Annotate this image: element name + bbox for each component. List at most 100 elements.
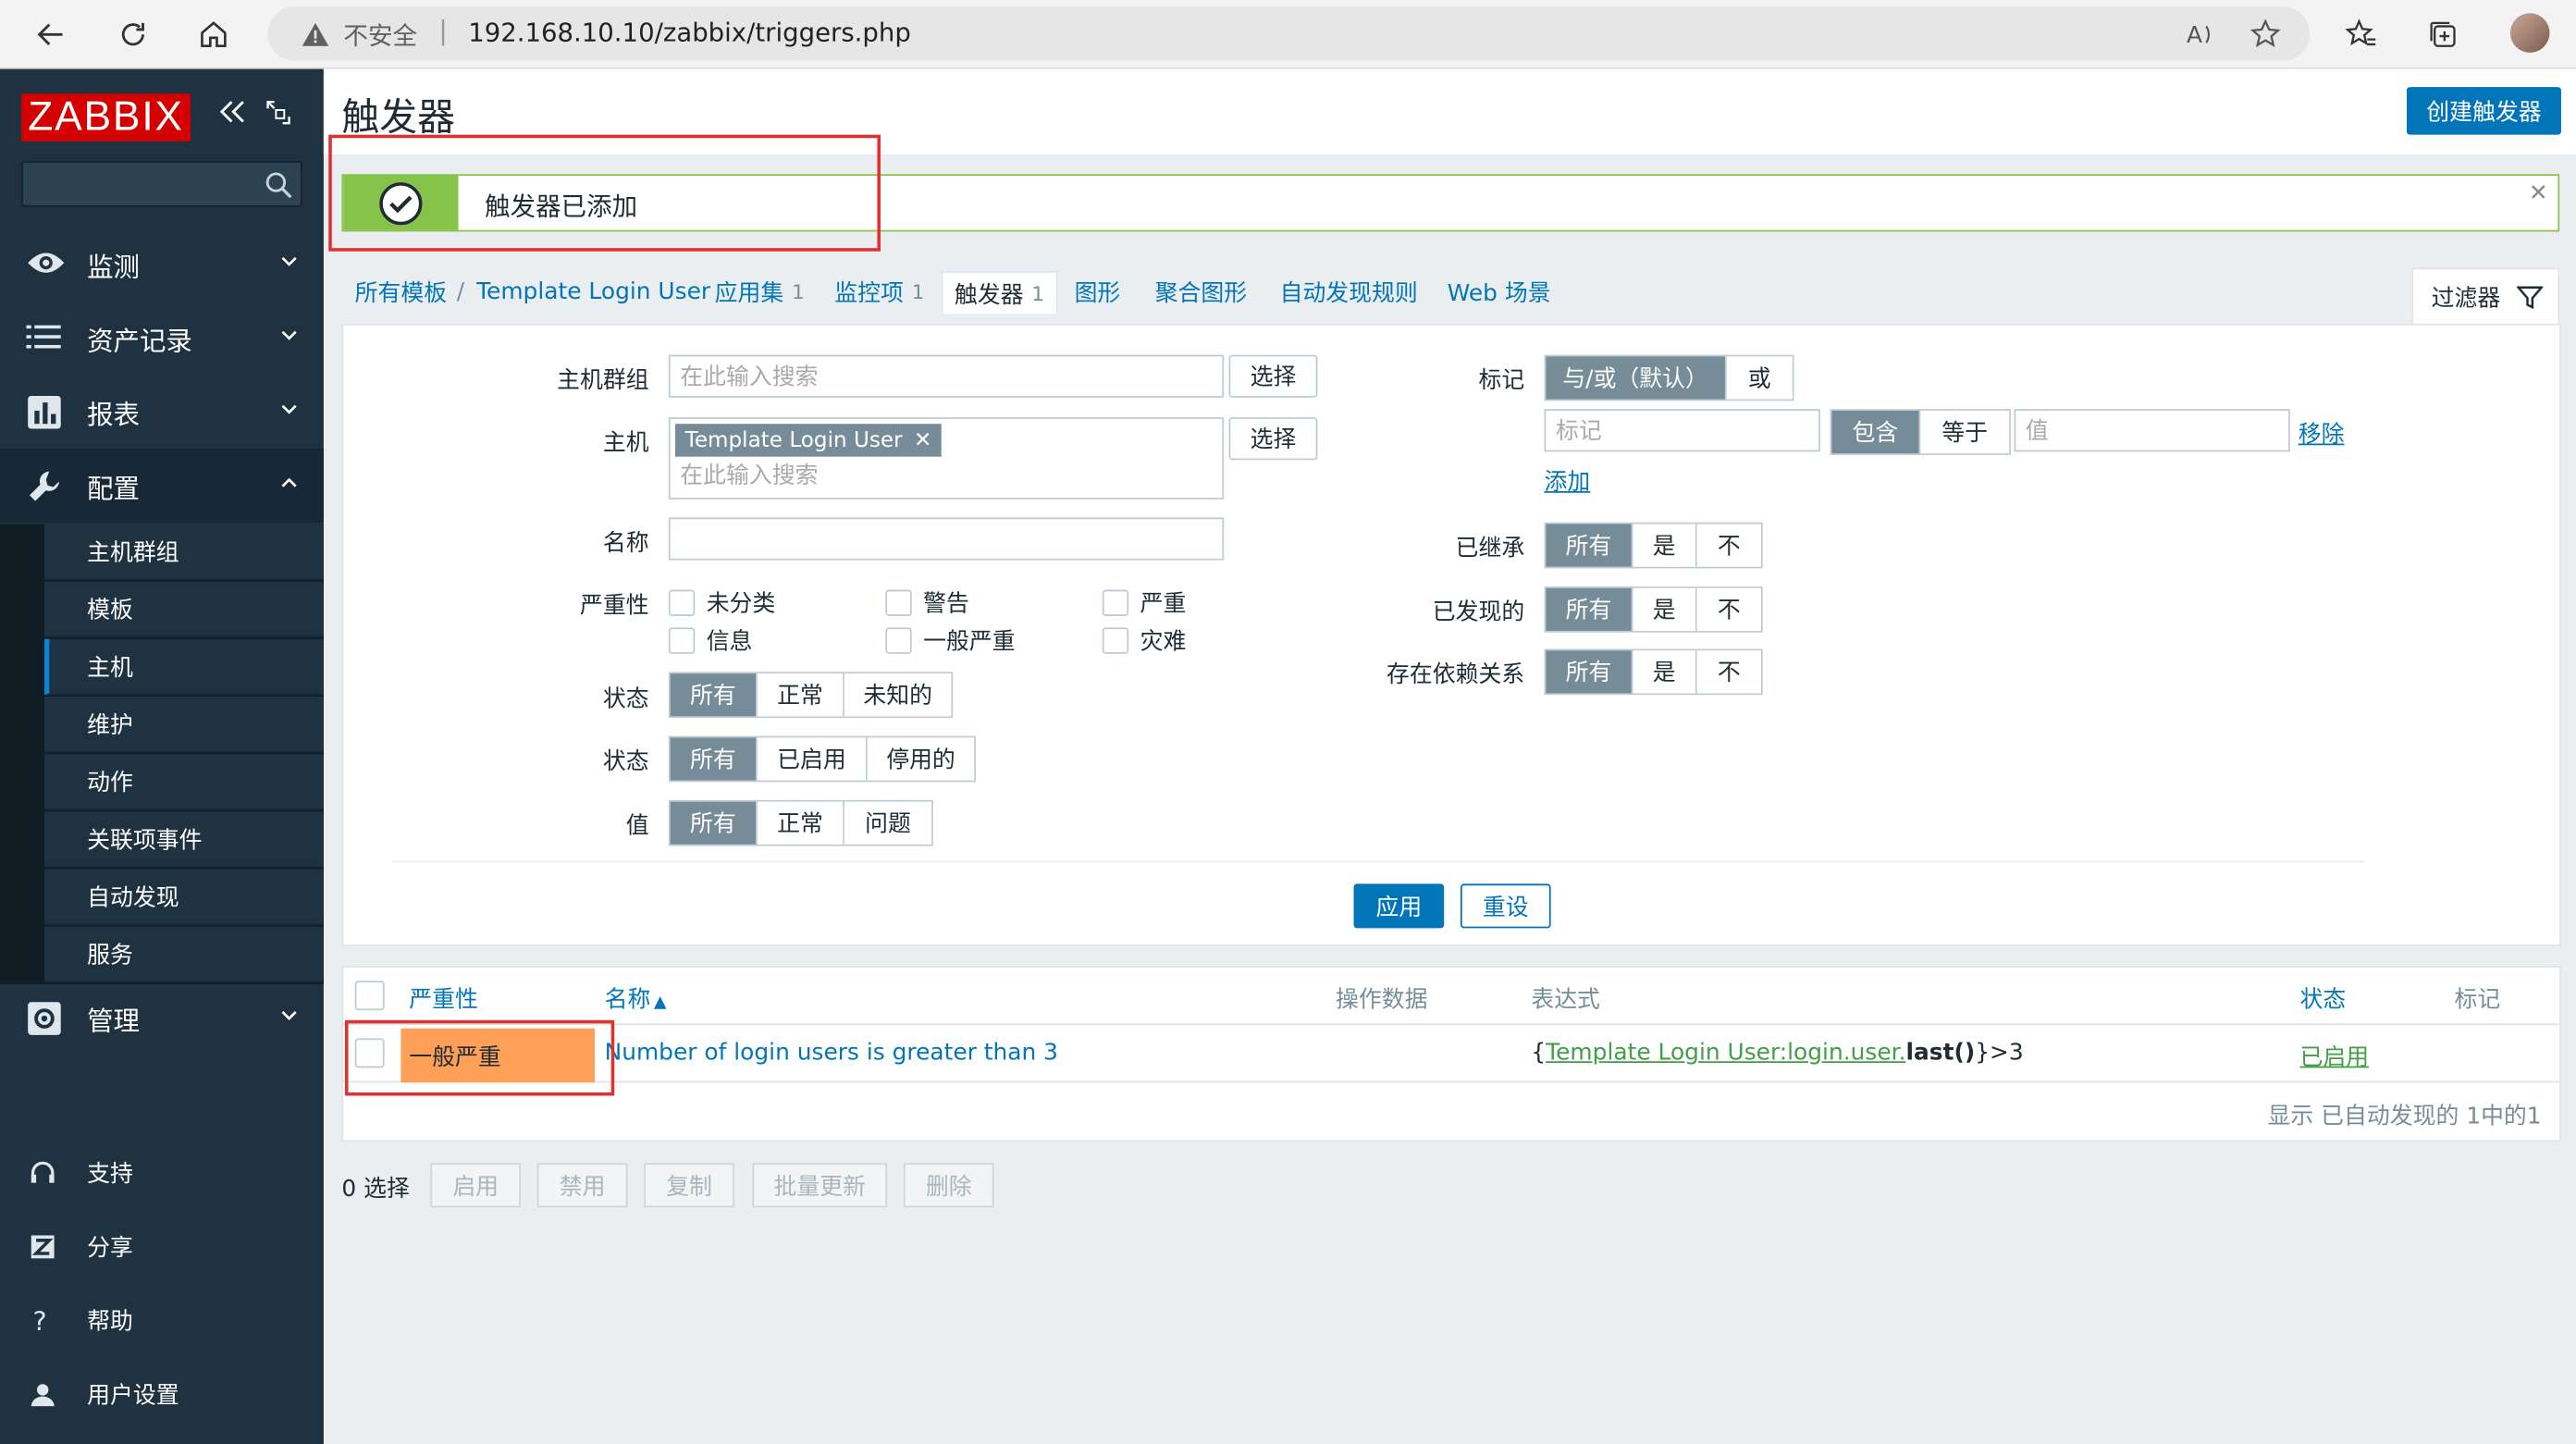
tab-triggers[interactable]: 触发器 1 [941, 271, 1058, 315]
severity-high-checkbox[interactable]: 严重 [1102, 586, 1186, 620]
profile-avatar[interactable] [2509, 13, 2550, 53]
dependencies-yes[interactable]: 是 [1633, 650, 1697, 694]
submenu-maintenance[interactable]: 维护 [43, 696, 324, 753]
host-select-button[interactable]: 选择 [1228, 417, 1318, 461]
host-group-input[interactable]: 在此输入搜索 [668, 354, 1225, 398]
menu-configuration[interactable]: 配置 [0, 448, 324, 523]
kiosk-mode-icon[interactable] [266, 100, 291, 125]
filter-panel: 主机群组 在此输入搜索 选择 主机 Template Login User ✕ 在… [341, 323, 2561, 946]
add-favorite-icon[interactable] [2249, 19, 2282, 52]
read-aloud-icon[interactable]: A [2185, 19, 2218, 49]
value-segmented: 所有 正常 问题 [668, 799, 933, 846]
menu-reports[interactable]: 报表 [0, 375, 324, 449]
home-icon[interactable] [189, 10, 238, 59]
breadcrumb-all-templates[interactable]: 所有模板 [355, 271, 447, 314]
close-icon[interactable]: ✕ [2529, 180, 2548, 206]
host-group-select-button[interactable]: 选择 [1228, 354, 1318, 398]
status-enabled[interactable]: 已启用 [757, 737, 868, 781]
value-ok[interactable]: 正常 [757, 801, 844, 845]
menu-monitoring[interactable]: 监测 [0, 227, 324, 301]
submenu-actions[interactable]: 动作 [43, 754, 324, 810]
host-input[interactable]: Template Login User ✕ 在此输入搜索 [668, 417, 1225, 500]
chip-remove-icon[interactable]: ✕ [914, 428, 931, 453]
delete-button[interactable]: 删除 [903, 1163, 994, 1208]
add-tag-link[interactable]: 添加 [1545, 465, 1591, 499]
expr-item-link[interactable]: Template Login User:login.user. [1546, 1040, 1905, 1066]
dependencies-no[interactable]: 不 [1696, 650, 1761, 694]
user-settings-link[interactable]: 用户设置 [0, 1362, 324, 1427]
tag-eval-or[interactable]: 或 [1726, 356, 1793, 400]
discovered-no[interactable]: 不 [1696, 587, 1761, 631]
inherited-all[interactable]: 所有 [1546, 524, 1633, 567]
url-text[interactable]: 192.168.10.10/zabbix/triggers.php [468, 19, 911, 48]
trigger-status-link[interactable]: 已启用 [2300, 1040, 2370, 1073]
discovered-yes[interactable]: 是 [1633, 587, 1697, 631]
column-name[interactable]: 名称 ▲ [605, 982, 667, 1016]
mass-update-button[interactable]: 批量更新 [752, 1163, 888, 1208]
help-link[interactable]: ? 帮助 [0, 1288, 324, 1353]
apply-button[interactable]: 应用 [1353, 883, 1445, 929]
tags-label: 标记 [1478, 367, 1525, 395]
tab-web-scenarios[interactable]: Web 场景 [1448, 271, 1551, 314]
filter-toggle[interactable]: 过滤器 [2411, 267, 2560, 324]
tag-value-input[interactable]: 值 [2014, 409, 2290, 452]
value-all[interactable]: 所有 [670, 801, 758, 845]
severity-not-classified-checkbox[interactable]: 未分类 [668, 586, 775, 620]
menu-inventory[interactable]: 资产记录 [0, 301, 324, 375]
back-icon[interactable] [26, 10, 75, 59]
address-bar[interactable]: 不安全 | 192.168.10.10/zabbix/triggers.php … [267, 6, 2311, 61]
trigger-name-link[interactable]: Number of login users is greater than 3 [605, 1040, 1058, 1066]
zabbix-logo[interactable]: ZABBIX [21, 93, 191, 142]
severity-information-checkbox[interactable]: 信息 [668, 624, 752, 658]
severity-average-checkbox[interactable]: 一般严重 [885, 624, 1016, 658]
reset-button[interactable]: 重设 [1460, 883, 1551, 929]
tab-items[interactable]: 监控项 1 [834, 271, 924, 314]
support-link[interactable]: 支持 [0, 1140, 324, 1205]
column-status[interactable]: 状态 [2300, 982, 2347, 1016]
dependencies-all[interactable]: 所有 [1546, 650, 1633, 694]
inherited-no[interactable]: 不 [1696, 524, 1761, 567]
submenu-templates[interactable]: 模板 [43, 581, 324, 638]
collapse-sidebar-icon[interactable] [218, 99, 248, 125]
remove-tag-link[interactable]: 移除 [2299, 417, 2345, 450]
row-checkbox[interactable] [354, 1038, 385, 1068]
state-unknown[interactable]: 未知的 [844, 673, 952, 717]
severity-warning-checkbox[interactable]: 警告 [885, 586, 969, 620]
enable-button[interactable]: 启用 [430, 1163, 522, 1208]
status-all[interactable]: 所有 [670, 737, 758, 781]
value-problem[interactable]: 问题 [844, 801, 932, 845]
tab-discovery-rules[interactable]: 自动发现规则 [1280, 271, 1418, 314]
sidebar-search-input[interactable] [21, 161, 302, 207]
tab-applications[interactable]: 应用集 1 [715, 271, 805, 314]
share-link[interactable]: 分享 [0, 1214, 324, 1279]
name-input[interactable] [668, 517, 1225, 561]
reload-icon[interactable] [108, 10, 157, 59]
favorites-icon[interactable] [2336, 10, 2385, 59]
column-severity[interactable]: 严重性 [409, 982, 478, 1016]
submenu-hosts[interactable]: 主机 [43, 638, 324, 696]
inherited-yes[interactable]: 是 [1633, 524, 1697, 567]
search-icon[interactable] [265, 171, 292, 199]
submenu-services[interactable]: 服务 [43, 926, 324, 982]
copy-button[interactable]: 复制 [644, 1163, 734, 1208]
discovered-all[interactable]: 所有 [1546, 587, 1633, 631]
collections-icon[interactable] [2418, 10, 2467, 59]
submenu-host-groups[interactable]: 主机群组 [43, 524, 324, 580]
severity-disaster-checkbox[interactable]: 灾难 [1102, 624, 1186, 658]
disable-button[interactable]: 禁用 [536, 1163, 628, 1208]
state-normal[interactable]: 正常 [757, 673, 844, 717]
menu-administration[interactable]: 管理 [0, 981, 324, 1055]
submenu-discovery[interactable]: 自动发现 [43, 869, 324, 925]
submenu-event-correlation[interactable]: 关联项事件 [43, 811, 324, 868]
tag-name-input[interactable]: 标记 [1544, 409, 1820, 452]
state-all[interactable]: 所有 [670, 673, 758, 717]
tab-graphs[interactable]: 图形 [1075, 271, 1121, 314]
create-trigger-button[interactable]: 创建触发器 [2406, 87, 2561, 135]
status-disabled[interactable]: 停用的 [867, 737, 975, 781]
tag-op-equals[interactable]: 等于 [1920, 410, 2010, 454]
breadcrumb-template[interactable]: Template Login User [476, 271, 710, 314]
tag-eval-and-or[interactable]: 与/或（默认） [1546, 356, 1727, 400]
select-all-checkbox[interactable] [354, 981, 385, 1011]
tab-screens[interactable]: 聚合图形 [1155, 271, 1247, 314]
tag-op-contains[interactable]: 包含 [1831, 410, 1921, 454]
